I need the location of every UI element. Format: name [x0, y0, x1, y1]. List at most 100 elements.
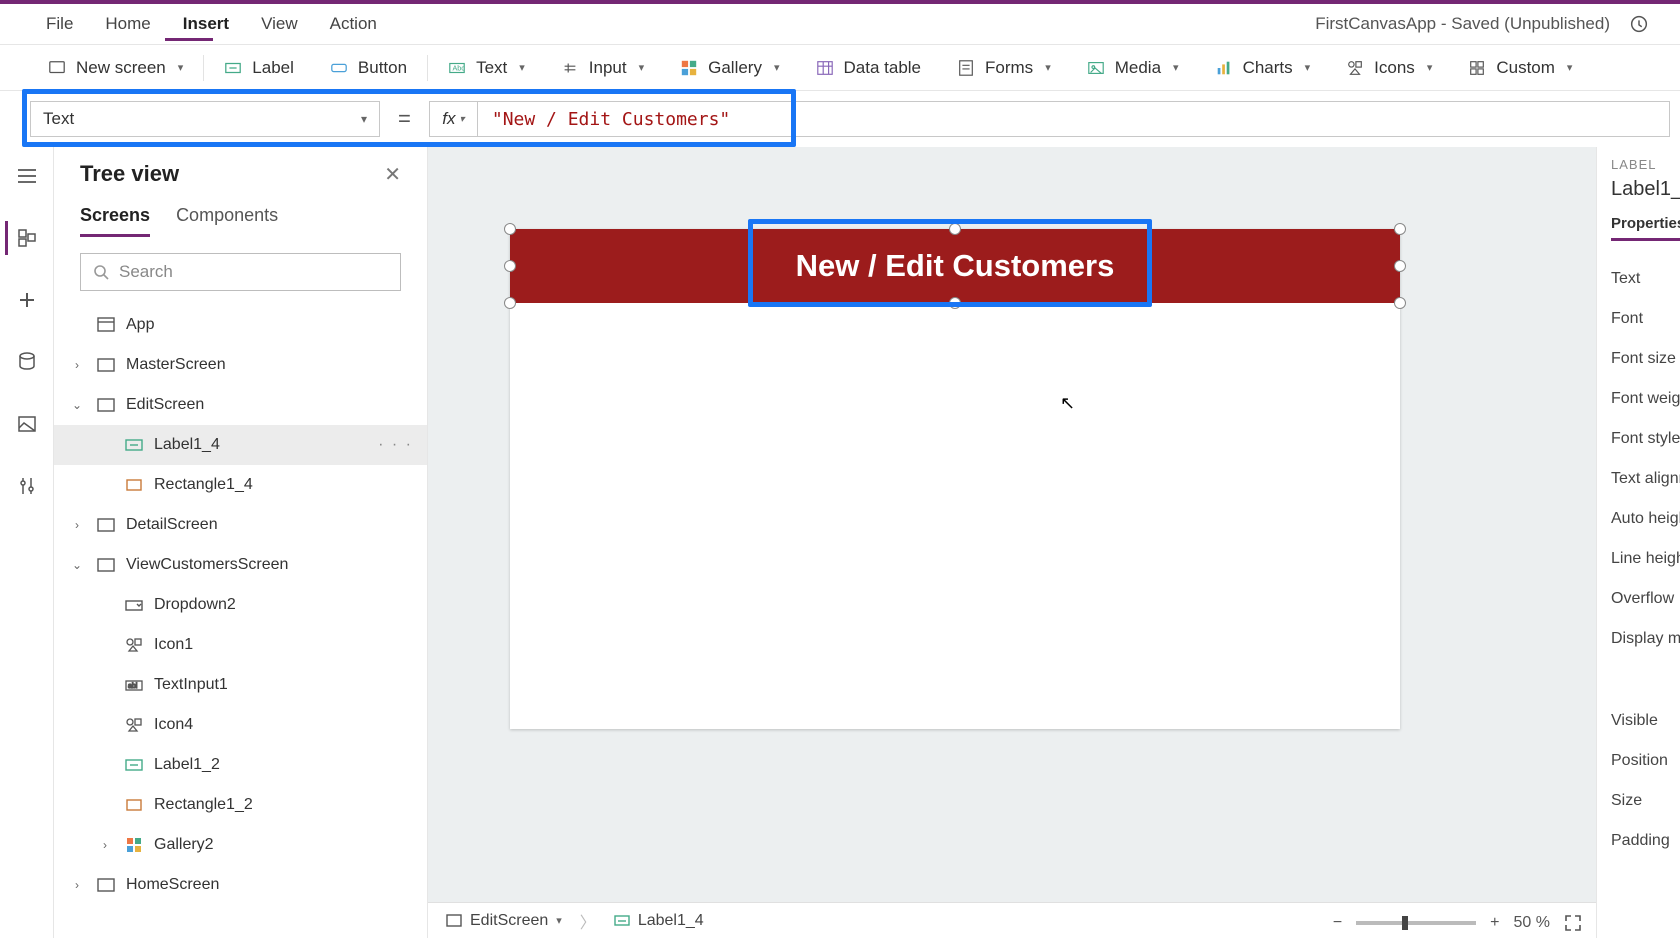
prop-row[interactable]: Font style: [1611, 419, 1680, 459]
ribbon-text[interactable]: Abc Text▾: [430, 45, 543, 90]
ribbon-button[interactable]: Button: [312, 45, 425, 90]
ribbon-charts[interactable]: Charts▾: [1197, 45, 1329, 90]
menu-view[interactable]: View: [245, 4, 314, 44]
tree-item-dropdown2[interactable]: Dropdown2: [54, 585, 427, 625]
tree-item-label1_2[interactable]: Label1_2: [54, 745, 427, 785]
menu-home[interactable]: Home: [89, 4, 166, 44]
tree-item-label: Rectangle1_2: [154, 796, 253, 814]
left-rail: [0, 147, 54, 938]
ribbon-icons-label: Icons: [1374, 58, 1415, 78]
breadcrumb-control[interactable]: Label1_4: [614, 912, 704, 930]
prop-row[interactable]: Auto height: [1611, 499, 1680, 539]
tree-item-viewcustomersscreen[interactable]: ⌄ViewCustomersScreen: [54, 545, 427, 585]
chevron-icon: ›: [96, 838, 114, 852]
tree-item-detailscreen[interactable]: ›DetailScreen: [54, 505, 427, 545]
close-icon[interactable]: ✕: [384, 162, 401, 187]
breadcrumb-screen[interactable]: EditScreen ▾: [446, 912, 562, 930]
menu-action[interactable]: Action: [314, 4, 393, 44]
ribbon-forms[interactable]: Forms▾: [939, 45, 1069, 90]
tree-item-rectangle1_4[interactable]: Rectangle1_4: [54, 465, 427, 505]
svg-text:Abc: Abc: [453, 63, 466, 72]
ribbon-gallery[interactable]: Gallery▾: [662, 45, 797, 90]
canvas-area[interactable]: New / Edit Customers ↖ EditScreen ▾: [428, 147, 1596, 938]
menu-active-underline: [165, 38, 213, 41]
properties-panel: LABEL Label1_4 Properties TextFontFont s…: [1596, 147, 1680, 938]
ribbon-custom[interactable]: Custom▾: [1450, 45, 1590, 90]
separator: [427, 55, 428, 81]
zoom-controls: − + 50 %: [1333, 914, 1582, 932]
tree-item-homescreen[interactable]: ›HomeScreen: [54, 865, 427, 905]
fit-to-screen-icon[interactable]: [1564, 914, 1582, 932]
chevron-down-icon: ▾: [1567, 61, 1573, 74]
tree-item-icon1[interactable]: Icon1: [54, 625, 427, 665]
zoom-value: 50 %: [1514, 914, 1550, 932]
tree-item-masterscreen[interactable]: ›MasterScreen: [54, 345, 427, 385]
prop-row[interactable]: Text alignme: [1611, 459, 1680, 499]
tree-item-label1_4[interactable]: Label1_4· · ·: [54, 425, 427, 465]
rail-tree-view[interactable]: [5, 221, 45, 255]
rail-media[interactable]: [7, 407, 47, 441]
ribbon-data-table[interactable]: Data table: [798, 45, 940, 90]
ribbon-new-screen[interactable]: New screen▾: [30, 45, 201, 90]
zoom-slider[interactable]: [1356, 921, 1476, 925]
formula-input[interactable]: [477, 101, 1670, 137]
rail-data[interactable]: [7, 345, 47, 379]
icon-icon: [124, 716, 144, 734]
prop-row[interactable]: Size: [1611, 781, 1680, 821]
tree-item-label: App: [126, 316, 154, 334]
tree-item-label: Icon4: [154, 716, 193, 734]
rail-advanced[interactable]: [7, 469, 47, 503]
prop-row[interactable]: Text: [1611, 259, 1680, 299]
icon-icon: [124, 636, 144, 654]
menu-file[interactable]: File: [30, 4, 89, 44]
zoom-in-button[interactable]: +: [1490, 914, 1499, 932]
ribbon-input[interactable]: Input▾: [543, 45, 662, 90]
prop-row[interactable]: Padding: [1611, 821, 1680, 861]
gallery-icon: [124, 836, 144, 854]
prop-element-name: Label1_4: [1611, 178, 1680, 201]
screen-icon: [96, 516, 116, 534]
search-placeholder: Search: [119, 262, 173, 282]
svg-text:abl: abl: [128, 683, 138, 690]
ribbon-media[interactable]: Media▾: [1069, 45, 1197, 90]
chevron-down-icon: ▾: [178, 61, 184, 74]
tab-screens[interactable]: Screens: [80, 205, 150, 237]
device-frame: New / Edit Customers: [510, 229, 1400, 729]
prop-row[interactable]: Font: [1611, 299, 1680, 339]
prop-row[interactable]: Visible: [1611, 701, 1680, 741]
tab-properties[interactable]: Properties: [1611, 215, 1680, 241]
chevron-icon: ›: [68, 878, 86, 892]
search-input[interactable]: Search: [80, 253, 401, 291]
tab-components[interactable]: Components: [176, 205, 278, 237]
tree-item-app[interactable]: App: [54, 305, 427, 345]
tree-item-label: Gallery2: [154, 836, 214, 854]
prop-row[interactable]: Position: [1611, 741, 1680, 781]
label-control[interactable]: New / Edit Customers: [510, 229, 1400, 303]
prop-row[interactable]: Font size: [1611, 339, 1680, 379]
tree-item-textinput1[interactable]: ablTextInput1: [54, 665, 427, 705]
prop-row[interactable]: Font weight: [1611, 379, 1680, 419]
diagnostics-icon[interactable]: [1628, 13, 1650, 35]
ribbon-forms-label: Forms: [985, 58, 1033, 78]
rail-hamburger[interactable]: [7, 159, 47, 193]
more-icon[interactable]: · · ·: [378, 436, 413, 454]
rail-insert[interactable]: [7, 283, 47, 317]
ribbon-icons[interactable]: Icons▾: [1328, 45, 1450, 90]
chevron-down-icon: ▾: [361, 112, 367, 126]
dd-icon: [124, 596, 144, 614]
tree-item-editscreen[interactable]: ⌄EditScreen: [54, 385, 427, 425]
tree-item-label: ViewCustomersScreen: [126, 556, 288, 574]
tree-item-rectangle1_2[interactable]: Rectangle1_2: [54, 785, 427, 825]
tree-item-label: MasterScreen: [126, 356, 226, 374]
fx-button[interactable]: fx▾: [429, 101, 477, 137]
property-selector[interactable]: Text ▾: [30, 101, 380, 137]
tree-item-icon4[interactable]: Icon4: [54, 705, 427, 745]
prop-row[interactable]: Overflow: [1611, 579, 1680, 619]
prop-row[interactable]: Line height: [1611, 539, 1680, 579]
tree-item-label: Rectangle1_4: [154, 476, 253, 494]
prop-row[interactable]: Display mod: [1611, 619, 1680, 659]
chevron-down-icon: ▾: [774, 61, 780, 74]
ribbon-label[interactable]: Label: [206, 45, 312, 90]
tree-item-gallery2[interactable]: › Gallery2: [54, 825, 427, 865]
zoom-out-button[interactable]: −: [1333, 914, 1342, 932]
